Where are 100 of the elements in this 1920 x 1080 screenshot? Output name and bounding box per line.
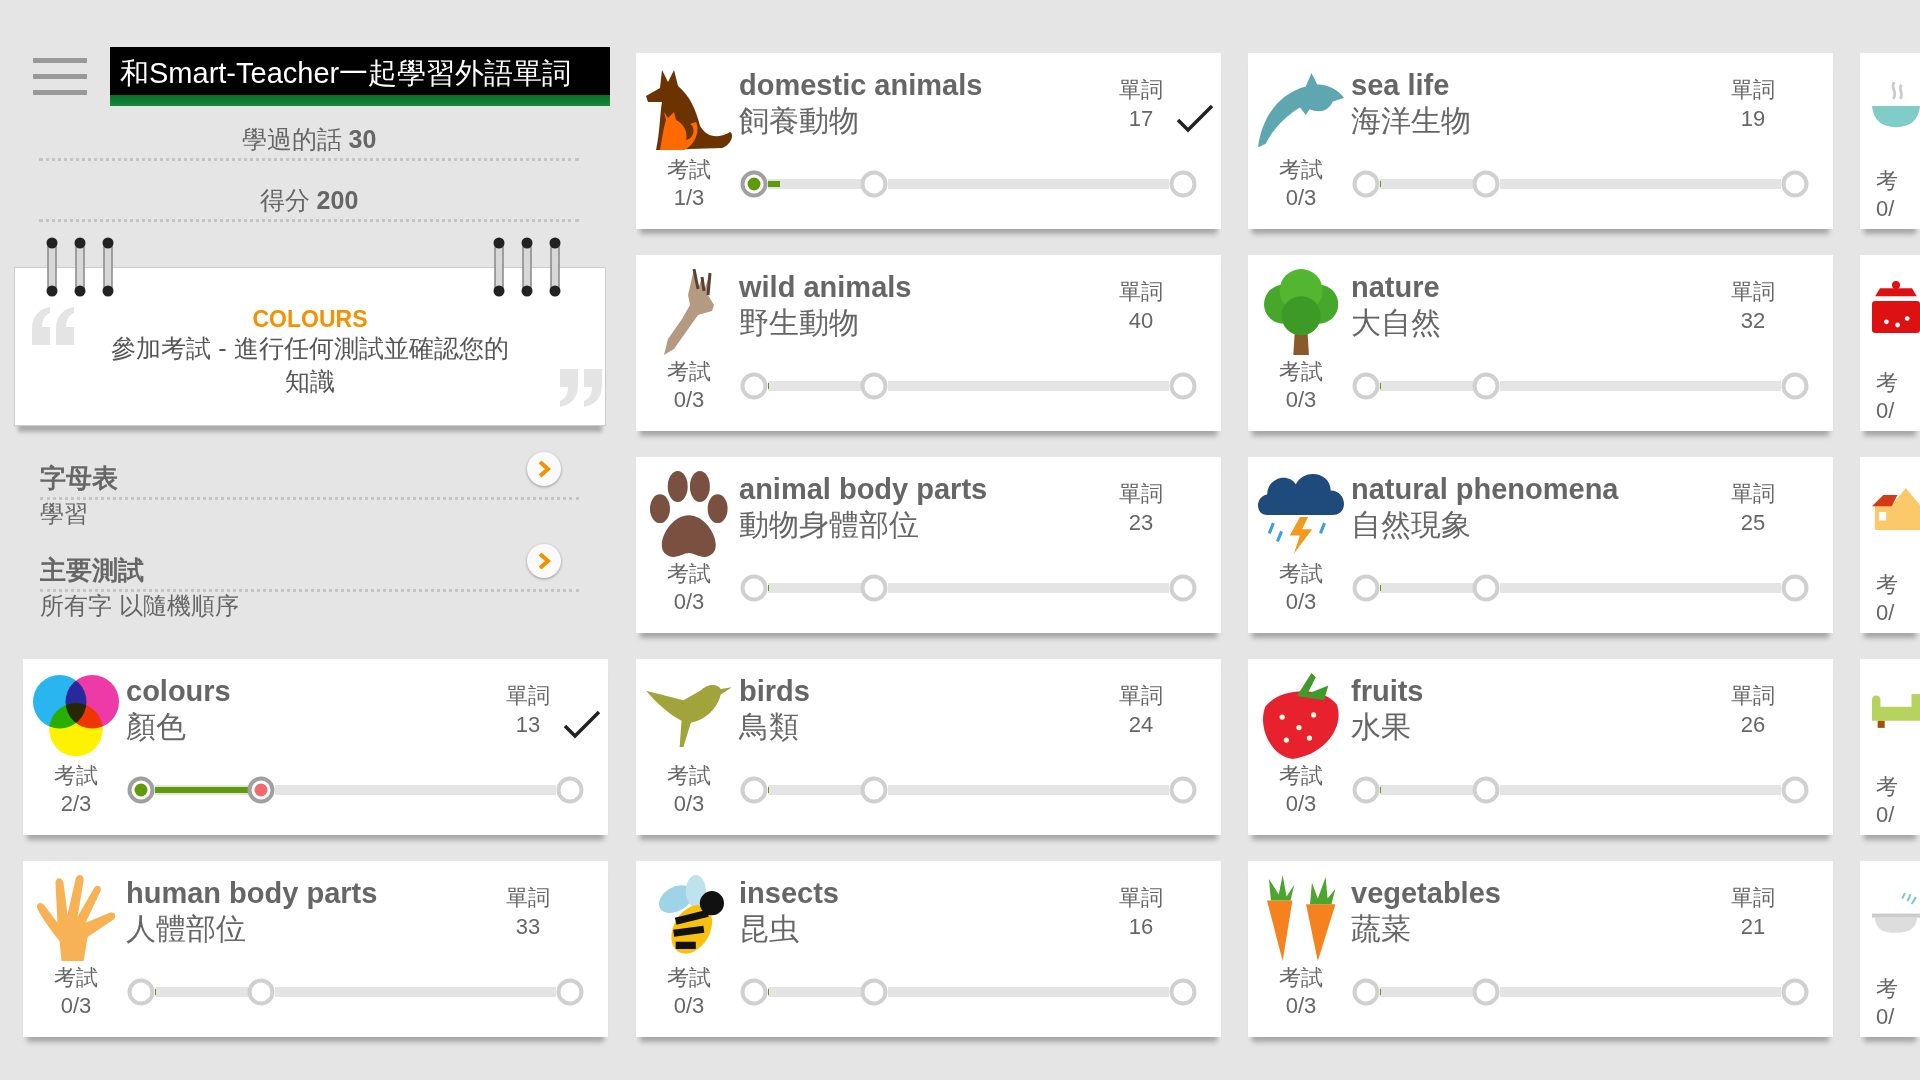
topic-title: nature <box>1351 270 1440 305</box>
word-count: 13 <box>514 711 542 739</box>
topic-title: wild animals <box>739 270 912 305</box>
word-count: 26 <box>1739 711 1767 739</box>
menu-title: 字母表 <box>40 462 118 495</box>
bathtub-icon <box>1872 893 1920 933</box>
words-label: 單詞 <box>1730 278 1776 306</box>
tests-label: 考 <box>1876 167 1898 195</box>
tests-count: 0/3 <box>1284 386 1318 414</box>
tests-label: 考試 <box>1278 560 1324 588</box>
tests-label: 考試 <box>53 964 99 992</box>
menu-icon[interactable] <box>33 58 87 95</box>
topic-card[interactable]: insects 昆虫 單詞 16 考試 0/3 <box>636 861 1221 1037</box>
menu-subtitle: 所有字 以隨機順序 <box>40 592 239 620</box>
words-label: 單詞 <box>1730 480 1776 508</box>
quote-icon <box>558 367 604 409</box>
topic-title: birds <box>739 674 810 709</box>
tests-count: 0/3 <box>672 386 706 414</box>
words-label: 單詞 <box>1730 884 1776 912</box>
note-text: 參加考試 - 進行任何測試並確認您的知識 <box>110 333 510 397</box>
topic-card[interactable]: wild animals 野生動物 單詞 40 考試 0/3 <box>636 255 1221 431</box>
topic-card[interactable]: fruits 水果 單詞 26 考試 0/3 <box>1248 659 1833 835</box>
topic-title: human body parts <box>126 876 378 911</box>
words-label: 單詞 <box>1118 884 1164 912</box>
tests-count: 2/3 <box>59 790 93 818</box>
word-count: 24 <box>1127 711 1155 739</box>
color-circles-icon <box>33 675 119 757</box>
tests-label: 考 <box>1876 571 1898 599</box>
topic-title: colours <box>126 674 231 709</box>
words-label: 單詞 <box>1118 682 1164 710</box>
tests-count: 0/ <box>1876 195 1895 223</box>
tests-label: 考試 <box>1278 156 1324 184</box>
words-label: 單詞 <box>1118 480 1164 508</box>
tests-count: 0/3 <box>1284 184 1318 212</box>
tests-count: 0/3 <box>1284 992 1318 1020</box>
topic-card[interactable]: sea life 海洋生物 單詞 19 考試 0/3 <box>1248 53 1833 229</box>
arrow-button[interactable] <box>527 452 561 486</box>
topic-title: fruits <box>1351 674 1424 709</box>
topic-card[interactable]: nature 大自然 單詞 32 考試 0/3 <box>1248 255 1833 431</box>
tests-count: 0/ <box>1876 801 1895 829</box>
topic-card[interactable]: vegetables 蔬菜 單詞 21 考試 0/3 <box>1248 861 1833 1037</box>
words-label: 單詞 <box>1118 278 1164 306</box>
word-count: 21 <box>1739 913 1767 941</box>
tests-count: 0/3 <box>672 992 706 1020</box>
deer-icon <box>664 269 714 355</box>
tests-label: 考試 <box>1278 358 1324 386</box>
topic-title: animal body parts <box>739 472 988 507</box>
tests-label: 考試 <box>1278 964 1324 992</box>
tests-count: 1/3 <box>672 184 706 212</box>
menu-subtitle: 學習 <box>40 500 88 528</box>
topic-translation: 自然現象 <box>1351 507 1471 543</box>
quote-icon <box>30 305 76 347</box>
topic-translation: 鳥類 <box>739 709 799 745</box>
word-count: 33 <box>514 913 542 941</box>
tests-count: 0/3 <box>672 790 706 818</box>
topic-title: insects <box>739 876 839 911</box>
topic-translation: 人體部位 <box>126 911 246 947</box>
topic-card[interactable]: animal body parts 動物身體部位 單詞 23 考試 0/3 <box>636 457 1221 633</box>
topic-title: natural phenomena <box>1351 472 1619 507</box>
words-label: 單詞 <box>1730 682 1776 710</box>
tests-label: 考 <box>1876 773 1898 801</box>
tests-label: 考試 <box>666 560 712 588</box>
word-count: 40 <box>1127 307 1155 335</box>
tests-count: 0/ <box>1876 397 1895 425</box>
topic-card[interactable]: birds 鳥類 單詞 24 考試 0/3 <box>636 659 1221 835</box>
dog-and-cat-icon <box>646 69 732 151</box>
topic-card[interactable]: natural phenomena 自然現象 單詞 25 考試 0/3 <box>1248 457 1833 633</box>
tests-count: 0/3 <box>59 992 93 1020</box>
chevron-icon <box>536 552 552 570</box>
topic-card[interactable]: human body parts 人體部位 單詞 33 考試 0/3 <box>23 861 608 1037</box>
app-banner: 和Smart-Teacher一起學習外語單詞 <box>110 47 610 106</box>
stat-line: 學過的話 30 <box>39 124 579 161</box>
topic-translation: 水果 <box>1351 709 1411 745</box>
strawberry-icon <box>1263 673 1339 759</box>
topic-translation: 海洋生物 <box>1351 103 1471 139</box>
words-label: 單詞 <box>1118 76 1164 104</box>
topic-translation: 動物身體部位 <box>739 507 919 543</box>
menu-title: 主要測試 <box>40 554 144 587</box>
hand-icon <box>36 875 116 961</box>
tests-label: 考 <box>1876 975 1898 1003</box>
paw-icon <box>650 471 728 557</box>
word-count: 32 <box>1739 307 1767 335</box>
topic-translation: 野生動物 <box>739 305 859 341</box>
storm-cloud-icon <box>1258 474 1344 554</box>
bowl-icon <box>1872 82 1920 128</box>
word-count: 25 <box>1739 509 1767 537</box>
tests-label: 考試 <box>666 762 712 790</box>
tests-label: 考試 <box>666 964 712 992</box>
tests-label: 考 <box>1876 369 1898 397</box>
words-label: 單詞 <box>505 884 551 912</box>
arrow-button[interactable] <box>527 544 561 578</box>
bird-icon <box>646 685 732 747</box>
tests-label: 考試 <box>53 762 99 790</box>
sofa-icon <box>1872 694 1920 728</box>
topic-translation: 飼養動物 <box>739 103 859 139</box>
tests-count: 0/3 <box>1284 588 1318 616</box>
tests-label: 考試 <box>1278 762 1324 790</box>
chevron-icon <box>536 460 552 478</box>
word-count: 16 <box>1127 913 1155 941</box>
words-label: 單詞 <box>1730 76 1776 104</box>
